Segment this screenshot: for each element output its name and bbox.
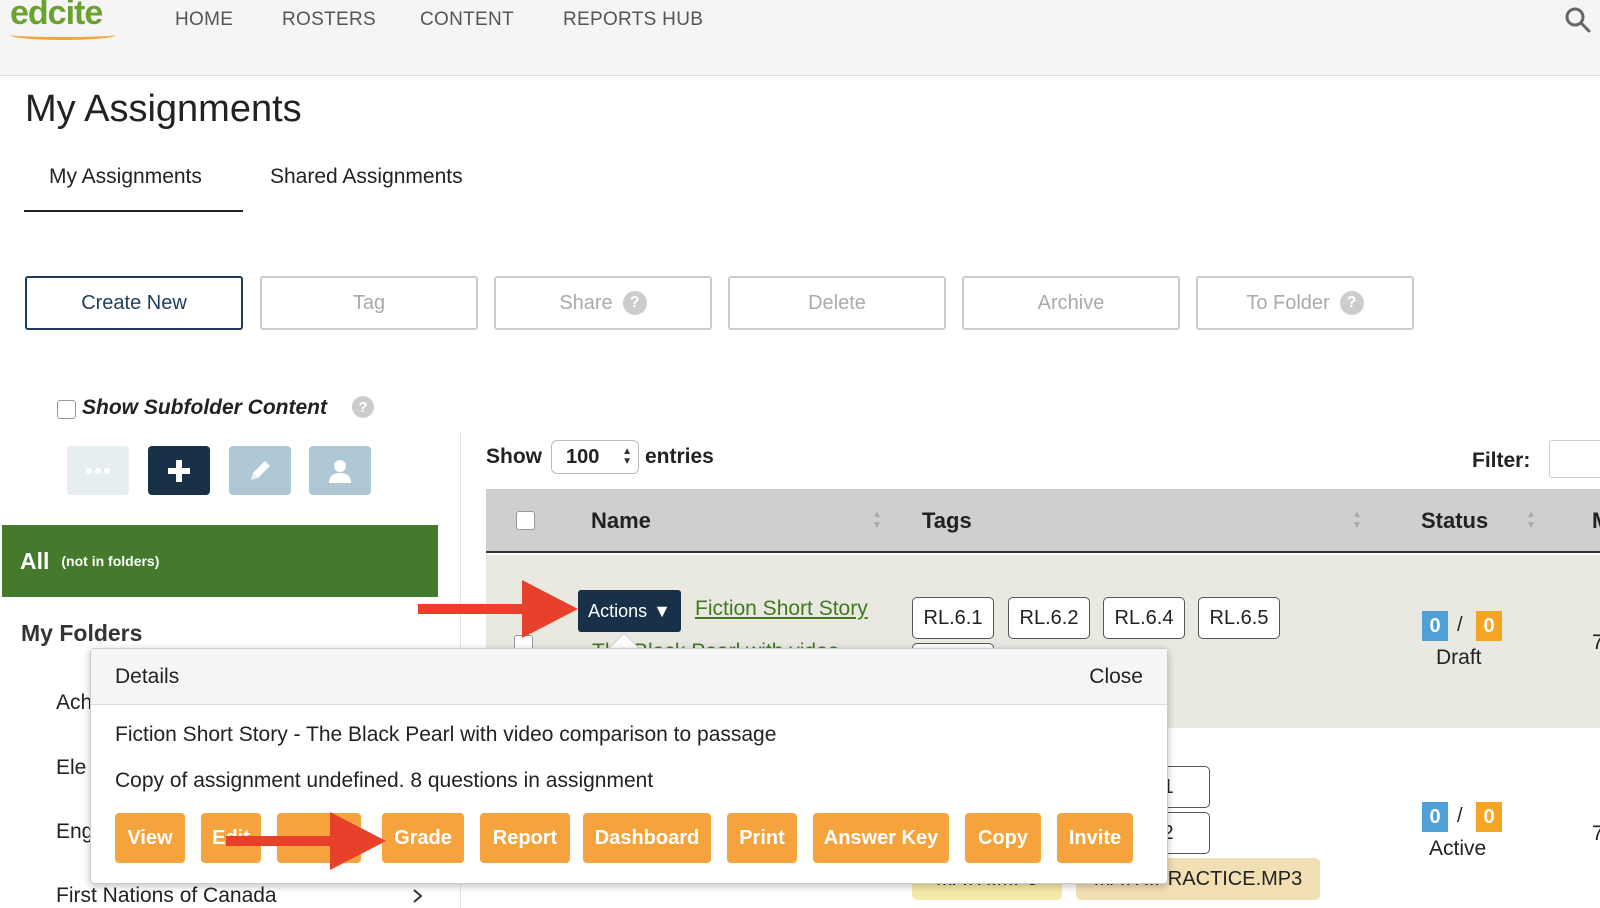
to-folder-label: To Folder	[1246, 291, 1330, 314]
tag-chip: RL.6.1	[912, 597, 994, 639]
red-arrow-icon	[226, 812, 386, 870]
red-arrow-icon	[418, 580, 578, 638]
status-label: Active	[1429, 837, 1487, 860]
column-header-name[interactable]: Name	[591, 508, 651, 534]
show-subfolder-label: Show Subfolder Content	[82, 396, 327, 419]
copy-button[interactable]: Copy	[965, 813, 1041, 863]
tag-button[interactable]: Tag	[260, 276, 478, 330]
dashboard-button[interactable]: Dashboard	[583, 813, 711, 863]
folder-all-sublabel: (not in folders)	[61, 553, 160, 569]
top-nav-bar: edcite HOME ROSTERS CONTENT REPORTS HUB	[0, 0, 1600, 76]
m-column-value: 7	[1592, 631, 1600, 654]
column-header-tags[interactable]: Tags	[922, 508, 972, 534]
tag-chip: RL.6.5	[1198, 597, 1280, 639]
column-header-status[interactable]: Status	[1421, 508, 1488, 534]
folder-item[interactable]: Ele	[56, 756, 86, 780]
page-title: My Assignments	[25, 88, 302, 130]
active-tab-indicator	[24, 210, 243, 212]
select-all-checkbox[interactable]	[516, 511, 535, 530]
folder-all-label: All	[20, 547, 50, 574]
nav-rosters[interactable]: ROSTERS	[282, 9, 376, 31]
answer-key-button[interactable]: Answer Key	[813, 813, 949, 863]
help-icon[interactable]: ?	[622, 291, 647, 315]
ellipsis-icon	[86, 467, 110, 474]
nav-reports-hub[interactable]: REPORTS HUB	[563, 9, 703, 31]
popup-close-button[interactable]: Close	[1089, 665, 1143, 689]
search-icon[interactable]	[1564, 6, 1592, 34]
create-new-button[interactable]: Create New	[25, 276, 243, 330]
select-arrows-icon: ▲ ▼	[622, 446, 632, 467]
tag-chip: RL.6.4	[1103, 597, 1185, 639]
share-label: Share	[559, 291, 613, 314]
popup-header: Details Close	[91, 649, 1167, 705]
chevron-right-icon[interactable]	[412, 888, 424, 904]
count-separator: /	[1457, 614, 1463, 636]
add-folder-button[interactable]	[148, 446, 210, 495]
folder-item[interactable]: First Nations of Canada	[56, 884, 277, 908]
count-badge-orange: 0	[1476, 611, 1502, 641]
edcite-logo[interactable]: edcite	[10, 0, 103, 33]
m-column-value: 7	[1592, 822, 1600, 845]
report-button[interactable]: Report	[480, 813, 570, 863]
view-button[interactable]: View	[115, 813, 185, 863]
popup-description: Fiction Short Story - The Black Pearl wi…	[115, 723, 777, 746]
plus-icon	[168, 459, 190, 482]
actions-dropdown-button[interactable]: Actions ▼	[578, 590, 681, 632]
invite-button[interactable]: Invite	[1057, 813, 1133, 863]
count-badge-orange: 0	[1476, 802, 1502, 832]
more-options-button[interactable]	[67, 446, 129, 495]
caret-down-icon: ▼	[653, 600, 671, 621]
table-header: Name ▲▼ Tags ▲▼ Status ▲▼ M	[486, 489, 1600, 553]
pencil-icon	[251, 460, 270, 480]
help-icon[interactable]: ?	[1339, 291, 1364, 315]
nav-home[interactable]: HOME	[175, 9, 233, 31]
filter-input[interactable]	[1549, 440, 1600, 478]
show-label: Show	[486, 445, 542, 468]
tag-chip: RL.6.2	[1008, 597, 1090, 639]
popup-title: Details	[115, 665, 180, 688]
folder-item[interactable]: Eng	[56, 820, 93, 844]
share-button[interactable]: Share?	[494, 276, 712, 330]
folder-all[interactable]: All (not in folders)	[2, 525, 438, 597]
tab-shared-assignments[interactable]: Shared Assignments	[270, 165, 463, 189]
archive-button[interactable]: Archive	[962, 276, 1180, 330]
sort-icon[interactable]: ▲ ▼	[1352, 509, 1362, 531]
status-label: Draft	[1436, 646, 1482, 669]
sort-icon[interactable]: ▲ ▼	[1526, 509, 1536, 531]
print-button[interactable]: Print	[727, 813, 797, 863]
tab-my-assignments[interactable]: My Assignments	[49, 165, 202, 189]
show-subfolder-checkbox[interactable]	[57, 400, 76, 419]
entries-label: entries	[645, 445, 714, 468]
count-separator: /	[1457, 805, 1463, 827]
filter-label: Filter:	[1472, 449, 1531, 472]
nav-content[interactable]: CONTENT	[420, 9, 514, 31]
popup-info: Copy of assignment undefined. 8 question…	[115, 769, 654, 792]
delete-label: Delete	[808, 291, 866, 314]
logo-swoosh	[10, 30, 116, 40]
folder-item[interactable]: Ach	[56, 691, 92, 715]
archive-label: Archive	[1037, 291, 1105, 314]
count-badge-blue: 0	[1422, 611, 1448, 641]
entries-value: 100	[566, 445, 600, 468]
delete-button[interactable]: Delete	[728, 276, 946, 330]
actions-label: Actions	[588, 600, 648, 621]
column-header-m[interactable]: M	[1592, 508, 1600, 534]
to-folder-button[interactable]: To Folder?	[1196, 276, 1414, 330]
create-new-label: Create New	[81, 291, 187, 314]
count-badge-blue: 0	[1422, 802, 1448, 832]
user-icon	[329, 459, 351, 483]
share-folder-button[interactable]	[309, 446, 371, 495]
assignment-name-link[interactable]: Fiction Short Story	[695, 597, 868, 621]
help-icon[interactable]: ?	[352, 396, 374, 418]
entries-per-page-select[interactable]: 100 ▲ ▼	[551, 440, 639, 474]
grade-button[interactable]: Grade	[382, 813, 464, 863]
tag-label: Tag	[352, 291, 386, 314]
edit-folder-button[interactable]	[229, 446, 291, 495]
sort-icon[interactable]: ▲ ▼	[872, 509, 882, 531]
my-folders-heading: My Folders	[21, 620, 143, 646]
